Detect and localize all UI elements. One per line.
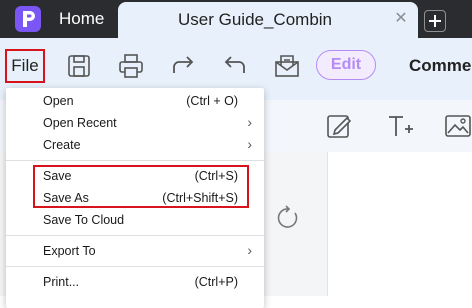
- add-text-icon[interactable]: [386, 112, 414, 140]
- tab-document-title: User Guide_Combin: [178, 10, 333, 29]
- mail-icon[interactable]: [274, 53, 300, 79]
- menu-item-label: Save As: [43, 191, 89, 205]
- menu-item-shortcut: (Ctrl+P): [194, 275, 238, 289]
- menu-item-label: Open: [43, 94, 74, 108]
- menu-item-save-as[interactable]: Save As (Ctrl+Shift+S): [6, 188, 264, 210]
- image-icon[interactable]: [444, 112, 472, 140]
- file-dropdown-menu: Open (Ctrl + O) Open Recent › Create › S…: [6, 88, 264, 308]
- title-bar: Home User Guide_Combin ✕: [0, 0, 472, 38]
- new-tab-button[interactable]: [424, 10, 446, 32]
- menu-item-open-recent[interactable]: Open Recent ›: [6, 113, 264, 135]
- edit-mode-button[interactable]: Edit: [316, 50, 376, 80]
- plus-icon: [429, 15, 441, 27]
- document-canvas: [327, 152, 472, 296]
- menu-item-label: Export To: [43, 244, 96, 258]
- submenu-arrow-icon: ›: [247, 114, 252, 130]
- menu-item-label: Save: [43, 169, 72, 183]
- menu-item-export-to[interactable]: Export To ›: [6, 241, 264, 263]
- redo-icon[interactable]: [170, 53, 196, 79]
- menu-divider: [6, 235, 264, 236]
- menu-divider: [6, 266, 264, 267]
- file-menu-button[interactable]: File: [5, 49, 45, 83]
- menu-item-label: Save To Cloud: [43, 213, 125, 227]
- menu-item-open[interactable]: Open (Ctrl + O): [6, 91, 264, 113]
- app-logo-icon[interactable]: [15, 6, 41, 32]
- menu-item-label: Create: [43, 138, 81, 152]
- menu-item-save[interactable]: Save (Ctrl+S): [6, 166, 264, 188]
- submenu-arrow-icon: ›: [247, 136, 252, 152]
- tab-document[interactable]: User Guide_Combin ✕: [118, 2, 418, 38]
- menu-item-shortcut: (Ctrl+S): [194, 169, 238, 183]
- comment-mode-tab[interactable]: Comme: [409, 56, 471, 76]
- menu-item-label: Print...: [43, 275, 80, 289]
- menu-item-shortcut: (Ctrl+Shift+S): [162, 191, 238, 205]
- save-icon[interactable]: [66, 53, 92, 79]
- menu-item-print[interactable]: Print... (Ctrl+P): [6, 272, 264, 294]
- menu-item-shortcut: (Ctrl + O): [186, 94, 238, 108]
- submenu-arrow-icon: ›: [247, 242, 252, 258]
- menu-item-label: Open Recent: [43, 116, 117, 130]
- undo-icon[interactable]: [222, 53, 248, 79]
- menu-item-save-to-cloud[interactable]: Save To Cloud: [6, 210, 264, 232]
- edit-text-icon[interactable]: [325, 112, 353, 140]
- menu-item-create[interactable]: Create ›: [6, 135, 264, 157]
- tab-home[interactable]: Home: [59, 8, 104, 30]
- menu-divider: [6, 160, 264, 161]
- rotate-icon[interactable]: [275, 205, 301, 231]
- close-tab-icon[interactable]: ✕: [392, 10, 410, 28]
- print-icon[interactable]: [118, 53, 144, 79]
